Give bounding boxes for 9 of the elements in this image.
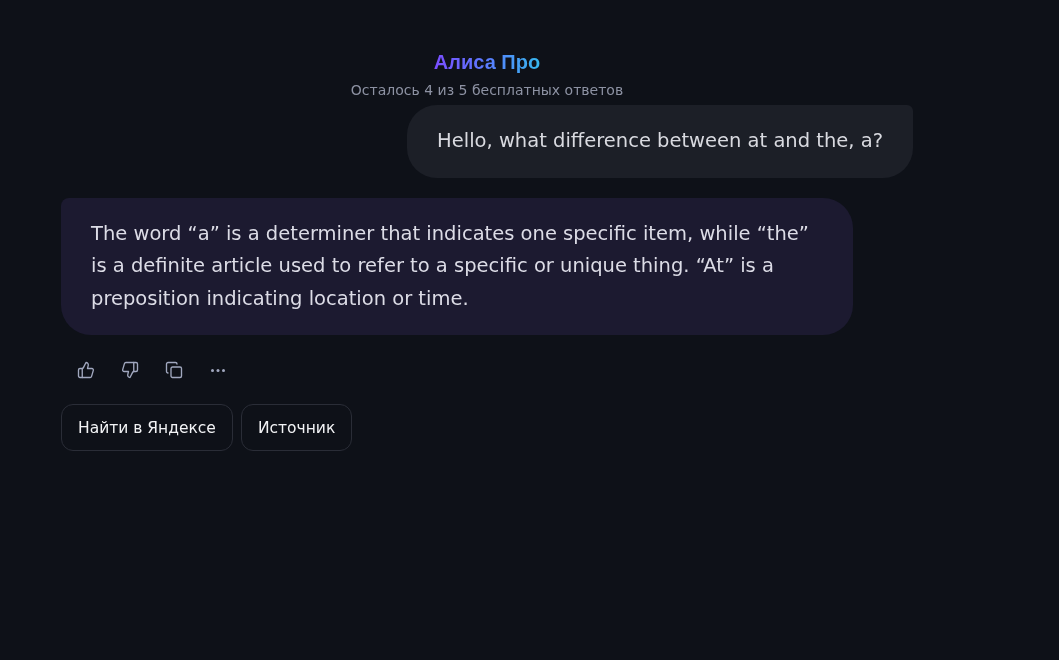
- more-icon: [211, 368, 225, 372]
- assistant-message: The word “a” is a determiner that indicates one specific item, while “the” is a definite article used to refer to a specific or unique thing. “At” is a preposition indicating location or time.: [61, 197, 853, 335]
- thumbs-up-icon: [77, 361, 95, 379]
- user-message: Hello, what difference between at and the, a?: [407, 105, 913, 178]
- thumbs-down-icon: [121, 361, 139, 379]
- remaining-answers-text: Осталось 4 из 5 бесплатных ответов: [350, 81, 624, 100]
- suggestion-chip[interactable]: Найти в Яндексе: [61, 404, 233, 451]
- suggestion-chip[interactable]: Источник: [240, 404, 353, 451]
- copy-icon: [165, 361, 183, 379]
